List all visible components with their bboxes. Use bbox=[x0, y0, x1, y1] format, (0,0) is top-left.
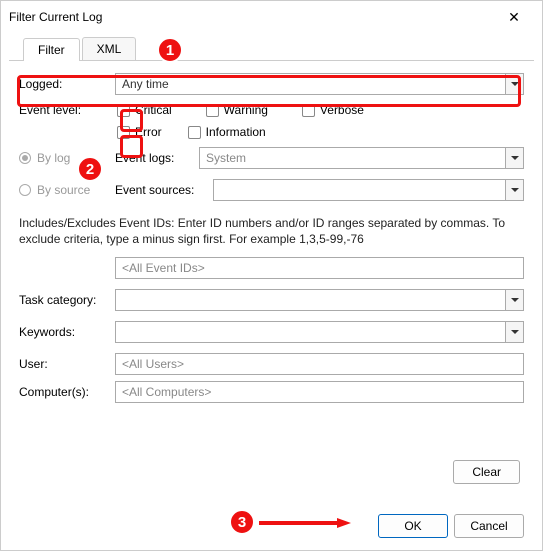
checkbox-label: Verbose bbox=[320, 103, 364, 117]
label-logged: Logged: bbox=[19, 77, 115, 91]
event-sources-drop-btn[interactable] bbox=[505, 180, 523, 200]
cancel-button[interactable]: Cancel bbox=[454, 514, 524, 538]
chevron-down-icon bbox=[511, 330, 519, 334]
help-text: Includes/Excludes Event IDs: Enter ID nu… bbox=[19, 205, 524, 253]
event-ids-placeholder: <All Event IDs> bbox=[122, 261, 205, 275]
logged-drop-btn[interactable] bbox=[505, 74, 523, 94]
label-user: User: bbox=[19, 357, 115, 371]
task-category-select[interactable] bbox=[115, 289, 524, 311]
checkbox-information[interactable]: Information bbox=[188, 125, 266, 139]
close-icon: ✕ bbox=[508, 9, 520, 26]
user-input[interactable]: <All Users> bbox=[115, 353, 524, 375]
radio-label: By log bbox=[37, 151, 70, 165]
clear-bar: Clear bbox=[453, 460, 520, 484]
checkbox-label: Information bbox=[206, 125, 266, 139]
logged-value: Any time bbox=[122, 77, 169, 91]
checkbox-icon bbox=[302, 104, 315, 117]
checkbox-label: Critical bbox=[135, 103, 172, 117]
radio-icon bbox=[19, 152, 31, 164]
radio-label: By source bbox=[37, 183, 90, 197]
event-level-group: Critical Warning Verbose Error Info bbox=[115, 103, 524, 139]
annotation-badge-3: 3 bbox=[229, 509, 255, 535]
checkbox-icon bbox=[206, 104, 219, 117]
form-body: Logged: Any time Event level: Critical W… bbox=[1, 61, 542, 415]
checkbox-warning[interactable]: Warning bbox=[206, 103, 268, 117]
keywords-drop-btn[interactable] bbox=[505, 322, 523, 342]
ok-button[interactable]: OK bbox=[378, 514, 448, 538]
event-ids-input[interactable]: <All Event IDs> bbox=[115, 257, 524, 279]
label-computers: Computer(s): bbox=[19, 385, 115, 399]
radio-by-source: By source bbox=[19, 183, 115, 197]
tab-strip: Filter XML bbox=[9, 33, 534, 61]
logged-select[interactable]: Any time bbox=[115, 73, 524, 95]
radio-icon bbox=[19, 184, 31, 196]
window-title: Filter Current Log bbox=[9, 10, 494, 24]
computers-input[interactable]: <All Computers> bbox=[115, 381, 524, 403]
event-sources-select[interactable] bbox=[213, 179, 524, 201]
annotation-arrow bbox=[259, 517, 351, 527]
label-event-sources: Event sources: bbox=[115, 183, 205, 197]
chevron-down-icon bbox=[511, 156, 519, 160]
titlebar: Filter Current Log ✕ bbox=[1, 1, 542, 33]
user-placeholder: <All Users> bbox=[122, 357, 184, 371]
tab-filter[interactable]: Filter bbox=[23, 38, 80, 61]
checkbox-label: Warning bbox=[224, 103, 268, 117]
button-bar: OK Cancel bbox=[378, 514, 524, 538]
checkbox-error[interactable]: Error bbox=[117, 125, 162, 139]
chevron-down-icon bbox=[511, 82, 519, 86]
event-logs-value: System bbox=[206, 151, 246, 165]
label-task-category: Task category: bbox=[19, 293, 115, 307]
computers-placeholder: <All Computers> bbox=[122, 385, 211, 399]
checkbox-label: Error bbox=[135, 125, 162, 139]
checkbox-icon bbox=[117, 126, 130, 139]
checkbox-verbose[interactable]: Verbose bbox=[302, 103, 364, 117]
checkbox-icon bbox=[188, 126, 201, 139]
close-button[interactable]: ✕ bbox=[494, 1, 534, 33]
event-logs-drop-btn[interactable] bbox=[505, 148, 523, 168]
label-event-level: Event level: bbox=[19, 103, 115, 117]
dialog-window: 1 2 3 Filter Current Log ✕ Filter XML Lo… bbox=[0, 0, 543, 551]
checkbox-critical[interactable]: Critical bbox=[117, 103, 172, 117]
checkbox-icon bbox=[117, 104, 130, 117]
chevron-down-icon bbox=[511, 298, 519, 302]
radio-by-log: By log bbox=[19, 151, 115, 165]
event-logs-select[interactable]: System bbox=[199, 147, 524, 169]
chevron-down-icon bbox=[511, 188, 519, 192]
label-keywords: Keywords: bbox=[19, 325, 115, 339]
keywords-select[interactable] bbox=[115, 321, 524, 343]
label-event-logs: Event logs: bbox=[115, 151, 191, 165]
clear-button[interactable]: Clear bbox=[453, 460, 520, 484]
task-category-drop-btn[interactable] bbox=[505, 290, 523, 310]
tab-xml[interactable]: XML bbox=[82, 37, 137, 60]
